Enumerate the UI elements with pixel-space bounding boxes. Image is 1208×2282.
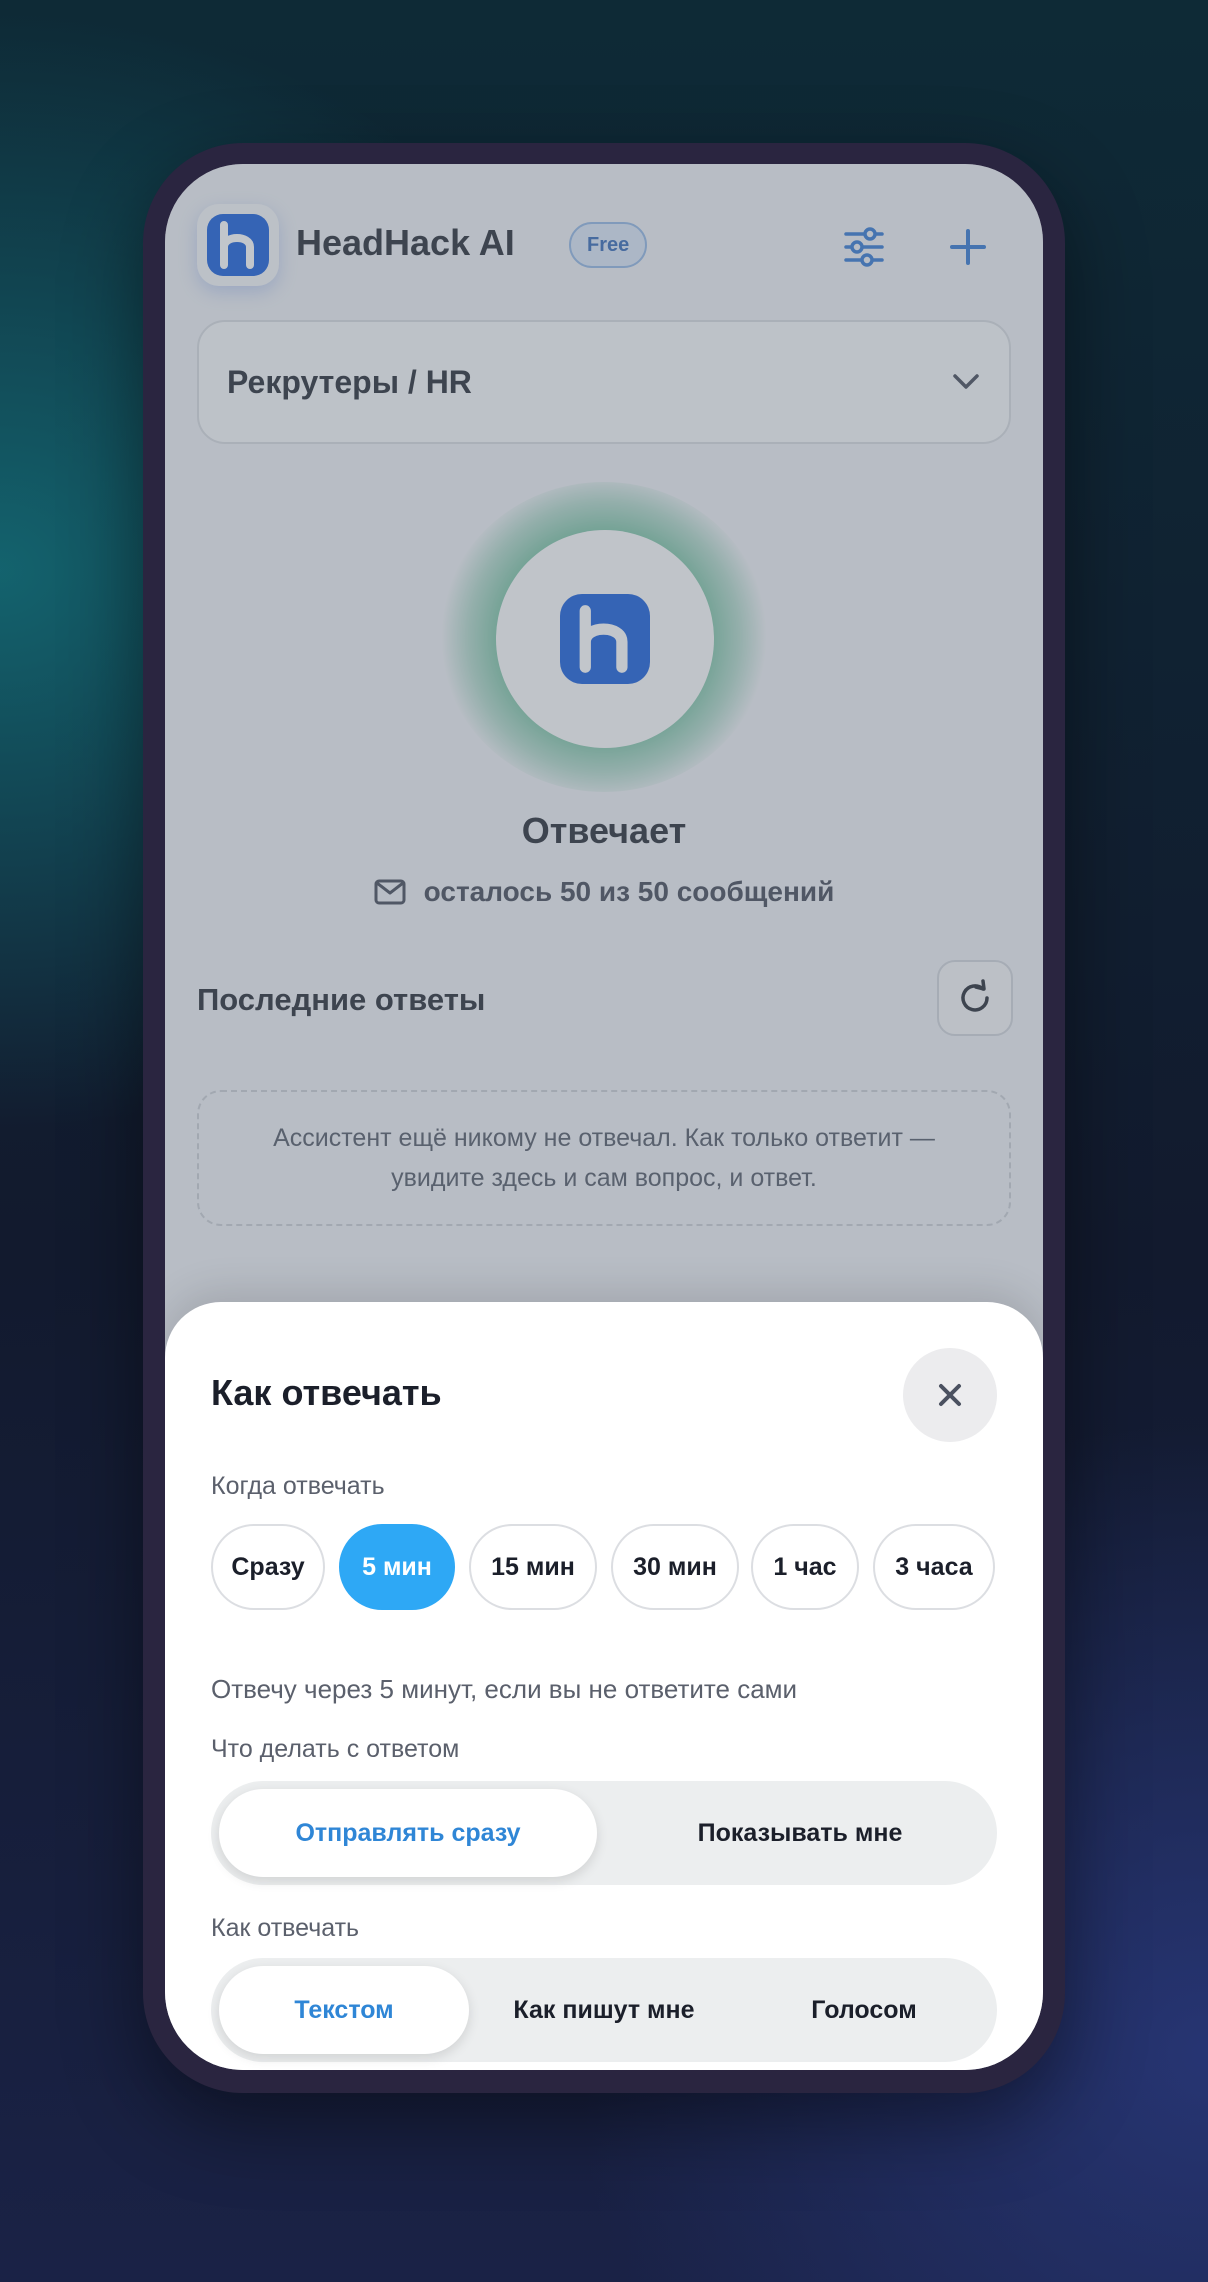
- style-segmented-control: Текстом Как пишут мне Голосом: [211, 1958, 997, 2062]
- when-label: Когда отвечать: [211, 1472, 385, 1500]
- sheet-title: Как отвечать: [211, 1372, 442, 1413]
- delay-hint: Отвечу через 5 минут, если вы не ответит…: [211, 1674, 798, 1704]
- delay-option-15min[interactable]: 15 мин: [469, 1524, 597, 1610]
- delay-option-3h[interactable]: 3 часа: [873, 1524, 995, 1610]
- style-option-text[interactable]: Текстом: [219, 1966, 469, 2054]
- delay-option-1h[interactable]: 1 час: [751, 1524, 859, 1610]
- app-screen: HeadHack AI Free Рекрутеры / HR Отвечает…: [165, 164, 1043, 2070]
- reply-settings-sheet: Как отвечать Когда отвечать Сразу 5 мин …: [165, 1302, 1043, 2070]
- style-option-voice[interactable]: Голосом: [739, 1966, 989, 2054]
- close-icon: [939, 1384, 961, 1406]
- style-option-mirror[interactable]: Как пишут мне: [479, 1966, 729, 2054]
- action-option-show[interactable]: Показывать мне: [611, 1789, 989, 1877]
- delay-option-now[interactable]: Сразу: [211, 1524, 325, 1610]
- style-label: Как отвечать: [211, 1914, 360, 1942]
- action-segmented-control: Отправлять сразу Показывать мне: [211, 1781, 997, 1885]
- action-label: Что делать с ответом: [211, 1735, 460, 1763]
- close-button[interactable]: [903, 1348, 997, 1442]
- delay-option-5min[interactable]: 5 мин: [339, 1524, 455, 1610]
- delay-option-30min[interactable]: 30 мин: [611, 1524, 739, 1610]
- action-option-send[interactable]: Отправлять сразу: [219, 1789, 597, 1877]
